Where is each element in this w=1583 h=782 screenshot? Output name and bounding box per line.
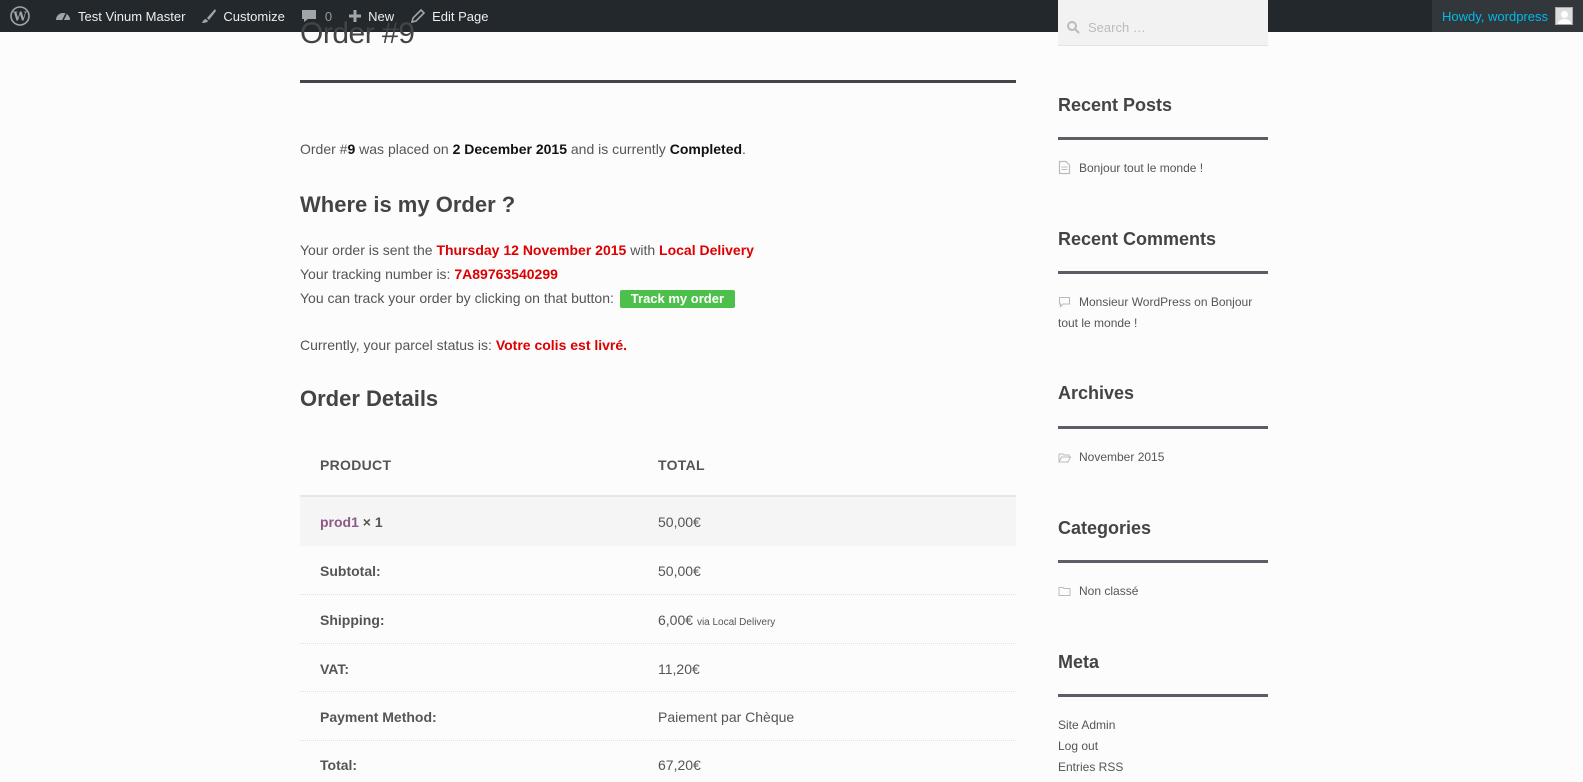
vat-value: 11,20€ (658, 661, 700, 677)
title-divider (300, 80, 1016, 83)
tracking-line: Your tracking number is: 7A89763540299 (300, 266, 558, 282)
category-link[interactable]: Non classé (1079, 584, 1138, 598)
meta-log-out-link[interactable]: Log out (1058, 739, 1098, 753)
howdy-label: Howdy, wordpress (1442, 8, 1548, 24)
meta-entries-rss-link[interactable]: Entries RSS (1058, 760, 1123, 774)
document-icon (1058, 160, 1071, 175)
order-details-heading: Order Details (300, 386, 439, 411)
parcel-status: Votre colis est livré. (495, 337, 628, 353)
site-name: Test Vinum Master (78, 8, 186, 24)
search-field[interactable]: Search … (1058, 0, 1268, 46)
column-header-total: TOTAL (658, 457, 705, 473)
tracking-number: 7A89763540299 (454, 266, 558, 282)
shipping-note: via Local Delivery (696, 617, 776, 628)
dashboard-icon (56, 13, 70, 21)
recent-comment-line1[interactable]: Monsieur WordPress on Bonjour (1079, 295, 1252, 309)
archive-item[interactable]: November 2015 (1058, 450, 1164, 464)
track-order-button[interactable]: Track my order (619, 290, 735, 308)
table-row: prod1 × 1 50,00€ (300, 497, 1016, 546)
brush-icon (202, 9, 217, 23)
widget-divider (1058, 137, 1268, 140)
table-row: Subtotal: 50,00€ (300, 546, 1016, 595)
my-account-menu[interactable]: Howdy, wordpress (1432, 0, 1583, 32)
track-line: You can track your order by clicking on … (300, 290, 735, 308)
product-total: 50,00€ (658, 514, 701, 530)
avatar (1555, 7, 1573, 25)
recent-posts-title: Recent Posts (1058, 95, 1173, 115)
table-row: Shipping: 6,00€ via Local Delivery (300, 595, 1016, 644)
search-placeholder: Search … (1088, 20, 1146, 35)
recent-comments-title: Recent Comments (1058, 229, 1217, 249)
delivery-method: Local Delivery (659, 242, 754, 258)
shipping-value: 6,00€ (658, 612, 694, 628)
svg-text:W: W (12, 10, 27, 24)
subtotal-label: Subtotal: (320, 563, 381, 579)
categories-title: Categories (1058, 518, 1152, 538)
vat-label: VAT: (320, 661, 350, 677)
payment-method-label: Payment Method: (320, 709, 437, 725)
category-item[interactable]: Non classé (1058, 584, 1138, 598)
order-intro: Order #9 was placed on 2 December 2015 a… (300, 141, 746, 157)
comment-icon (1058, 296, 1071, 308)
shipping-cell: 6,00€ via Local Delivery (658, 612, 775, 628)
search-icon (1067, 21, 1080, 34)
order-date: 2 December 2015 (452, 141, 567, 157)
page-title: Order #9 (300, 17, 415, 50)
widget-divider (1058, 560, 1268, 563)
product-quantity: × 1 (358, 514, 383, 530)
order-status: Completed (669, 141, 743, 157)
recent-comment-line2[interactable]: tout le monde ! (1058, 316, 1137, 330)
payment-method-value: Paiement par Chèque (658, 709, 795, 725)
table-header-row: PRODUCT TOTAL (300, 440, 1016, 497)
where-heading: Where is my Order ? (300, 192, 516, 217)
table-row: Total: 67,20€ (300, 741, 1016, 782)
column-header-product: PRODUCT (320, 457, 392, 473)
widget-divider (1058, 271, 1268, 274)
sent-line: Your order is sent the Thursday 12 Novem… (300, 242, 754, 258)
customize-label: Customize (223, 8, 285, 24)
table-row: VAT: 11,20€ (300, 644, 1016, 692)
meta-site-admin-link[interactable]: Site Admin (1058, 718, 1115, 732)
folder-open-icon (1058, 453, 1071, 462)
edit-page-label: Edit Page (432, 8, 489, 24)
admin-bar: W Test Vinum Master Customize 0 New Edit… (0, 0, 1583, 32)
archive-link[interactable]: November 2015 (1079, 450, 1164, 464)
shipping-label: Shipping: (320, 612, 385, 628)
meta-title: Meta (1058, 652, 1100, 672)
customize-link[interactable]: Customize (193, 0, 292, 32)
recent-post-item[interactable]: Bonjour tout le monde ! (1058, 160, 1203, 175)
total-label: Total: (320, 757, 358, 773)
recent-comment-item[interactable]: Monsieur WordPress on Bonjour (1058, 295, 1252, 309)
wordpress-logo-icon[interactable]: W (0, 0, 46, 32)
sent-date: Thursday 12 November 2015 (436, 242, 627, 258)
widget-divider (1058, 426, 1268, 429)
site-name-menu[interactable]: Test Vinum Master (46, 0, 193, 32)
archives-title: Archives (1058, 383, 1135, 403)
subtotal-value: 50,00€ (658, 563, 701, 579)
folder-icon (1058, 586, 1071, 596)
widget-divider (1058, 694, 1268, 697)
recent-post-link[interactable]: Bonjour tout le monde ! (1079, 161, 1203, 175)
edit-page-link[interactable]: Edit Page (402, 0, 496, 32)
parcel-status-line: Currently, your parcel status is: Votre … (300, 337, 628, 353)
total-value: 67,20€ (658, 757, 701, 773)
product-link[interactable]: prod1 (320, 514, 359, 530)
product-cell: prod1 × 1 (320, 514, 383, 530)
table-row: Payment Method: Paiement par Chèque (300, 692, 1016, 741)
